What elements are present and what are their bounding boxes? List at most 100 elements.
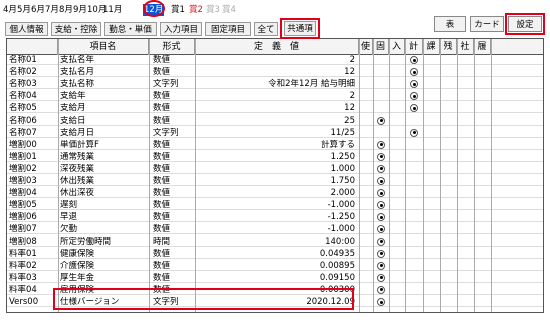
row-fix-radio[interactable] — [377, 249, 385, 258]
table-row[interactable]: 名称02 支払名月 数値 12 — [7, 67, 543, 78]
table-row[interactable]: 料率04 雇用保険 数値 0.00300 — [7, 284, 543, 295]
row-code: 増割07 — [9, 224, 37, 235]
month-tab[interactable]: 4月 — [3, 4, 17, 16]
row-fix-radio[interactable] — [377, 213, 385, 222]
category-tab[interactable]: 個人情報 — [5, 22, 48, 36]
row-calc-radio[interactable] — [410, 56, 418, 64]
table-row[interactable]: 料率03 厚生年金 数値 0.09150 — [7, 272, 543, 283]
month-tab[interactable]: 賞3 — [206, 4, 220, 16]
table-row[interactable]: 増割00 単価計算F 数値 計算する — [7, 140, 543, 150]
row-type: 時間 — [153, 236, 171, 247]
header-history: 履 — [474, 39, 491, 55]
table-row[interactable]: 増割08 所定労働時間 時間 140:00 — [7, 236, 543, 247]
row-item-name: 支払名称 — [60, 79, 95, 90]
row-fix-radio[interactable] — [377, 152, 385, 161]
month-tab[interactable]: 賞1 — [171, 4, 185, 16]
row-item-name: 支給年 — [60, 91, 86, 102]
month-tab[interactable]: 12月 — [143, 4, 165, 16]
row-fix-radio[interactable] — [377, 237, 385, 246]
row-item-name: 支給月日 — [60, 127, 95, 138]
month-tab[interactable]: 9月 — [73, 4, 87, 16]
row-code: Vers00 — [9, 297, 39, 307]
row-code: 名称01 — [9, 55, 37, 65]
row-definition-value: 140:00 — [325, 236, 355, 247]
card-view-button[interactable]: カード — [470, 16, 504, 32]
row-definition-value: 0.00300 — [319, 284, 355, 295]
category-tab[interactable]: 入力項目 — [160, 22, 202, 36]
table-row[interactable]: 増割02 深夜残業 数値 1.000 — [7, 163, 543, 174]
row-fix-radio[interactable] — [377, 189, 385, 198]
row-definition-value: 1.000 — [330, 163, 355, 174]
month-tab[interactable]: 6月 — [31, 4, 45, 16]
table-row[interactable]: Vers00 仕様バージョン 文字列 2020.12.09 — [7, 297, 543, 307]
row-fix-radio[interactable] — [377, 116, 385, 125]
table-row[interactable]: 名称07 支給月日 文字列 11/25 — [7, 127, 543, 138]
row-type: 数値 — [153, 67, 171, 78]
header-input: 入 — [389, 39, 405, 55]
row-item-name: 支払名月 — [60, 67, 95, 78]
table-row[interactable]: 増割05 遅刻 数値 -1.000 — [7, 200, 543, 211]
month-tab[interactable]: 賞2 — [189, 4, 203, 16]
row-fix-radio[interactable] — [377, 140, 385, 149]
row-item-name: 厚生年金 — [60, 272, 95, 283]
row-type: 数値 — [153, 200, 171, 211]
table-row[interactable]: 名称03 支払名称 文字列 令和2年12月 給与明細 — [7, 79, 543, 90]
column-divider — [405, 39, 406, 312]
header-item-name: 項目名 — [58, 39, 149, 55]
row-item-name: 休出深夜 — [60, 188, 95, 199]
row-item-name: 健康保険 — [60, 248, 95, 259]
month-tab[interactable]: 5月 — [17, 4, 31, 16]
table-row[interactable]: 料率02 介護保険 数値 0.00895 — [7, 261, 543, 271]
row-calc-radio[interactable] — [410, 92, 418, 101]
row-type: 数値 — [153, 91, 171, 102]
row-fix-radio[interactable] — [377, 298, 385, 306]
row-fix-radio[interactable] — [377, 273, 385, 282]
month-tab[interactable]: 7月 — [45, 4, 59, 16]
row-code: 名称04 — [9, 91, 37, 102]
table-row[interactable]: 増割01 通常残業 数値 1.250 — [7, 151, 543, 162]
category-tab[interactable]: 支給・控除 — [51, 22, 101, 36]
row-code: 増割04 — [9, 188, 37, 199]
category-tab[interactable]: 勤怠・単価 — [104, 22, 157, 36]
table-row[interactable]: 名称06 支給日 数値 25 — [7, 116, 543, 126]
table-row[interactable]: 増割07 欠勤 数値 -1.000 — [7, 224, 543, 235]
table-row[interactable]: 名称05 支給月 数値 12 — [7, 103, 543, 114]
row-fix-radio[interactable] — [377, 225, 385, 234]
row-type: 数値 — [153, 212, 171, 223]
row-item-name: 雇用保険 — [60, 284, 95, 295]
row-definition-value: 1.250 — [330, 151, 355, 162]
row-fix-radio[interactable] — [377, 285, 385, 294]
row-definition-value: 12 — [344, 67, 355, 78]
row-type: 文字列 — [153, 79, 179, 90]
row-fix-radio[interactable] — [377, 201, 385, 210]
month-tab[interactable]: 賞4 — [222, 4, 236, 16]
table-row[interactable]: 名称04 支給年 数値 2 — [7, 91, 543, 102]
row-calc-radio[interactable] — [410, 128, 418, 137]
common-items-button[interactable]: 共通項 — [284, 21, 316, 36]
row-fix-radio[interactable] — [377, 261, 385, 270]
row-fix-radio[interactable] — [377, 164, 385, 173]
table-row[interactable]: 増割06 早退 数値 -1.250 — [7, 212, 543, 223]
row-type: 数値 — [153, 188, 171, 199]
row-calc-radio[interactable] — [410, 80, 418, 89]
category-tab[interactable]: 固定項目 — [205, 22, 251, 36]
settings-button[interactable]: 設定 — [508, 16, 542, 32]
column-divider — [474, 39, 475, 312]
row-calc-radio[interactable] — [410, 68, 418, 77]
column-divider — [423, 39, 424, 312]
row-code: 名称07 — [9, 127, 37, 138]
month-tab[interactable]: 11月 — [103, 4, 122, 16]
row-item-name: 仕様バージョン — [60, 297, 120, 307]
row-code: 料率04 — [9, 284, 37, 295]
table-view-button[interactable]: 表 — [434, 16, 466, 32]
row-item-name: 遅刻 — [60, 200, 78, 211]
table-row[interactable]: 名称01 支払名年 数値 2 — [7, 55, 543, 65]
row-fix-radio[interactable] — [377, 177, 385, 185]
table-row[interactable]: 増割04 休出深夜 数値 2.000 — [7, 188, 543, 199]
table-row[interactable]: 増割03 休出残業 数値 1.750 — [7, 176, 543, 186]
row-calc-radio[interactable] — [410, 104, 418, 113]
category-tab[interactable]: 全て — [254, 22, 278, 36]
table-row[interactable]: 料率01 健康保険 数値 0.04935 — [7, 248, 543, 259]
month-tab[interactable]: 8月 — [59, 4, 73, 16]
row-type: 数値 — [153, 151, 171, 162]
